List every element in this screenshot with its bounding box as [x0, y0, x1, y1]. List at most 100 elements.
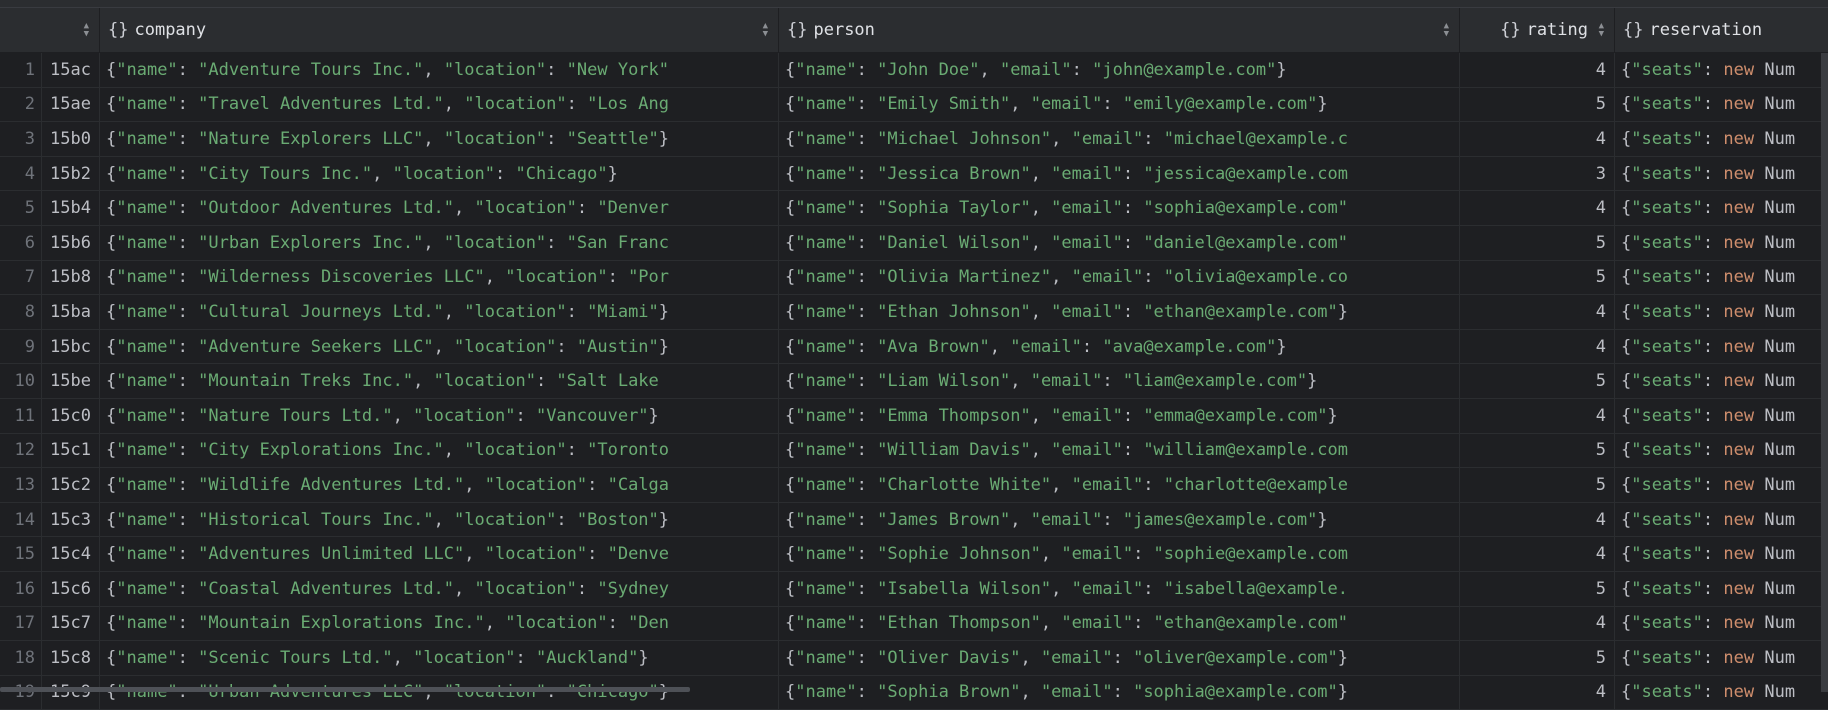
table-row[interactable]: 6 15b6 {"name": "Urban Explorers Inc.", "l… [0, 225, 1828, 261]
person-cell[interactable]: {"name": "Isabella Wilson", "email": "is… [779, 571, 1460, 606]
company-cell[interactable]: {"name": "Outdoor Adventures Ltd.", "loc… [100, 191, 779, 225]
company-cell[interactable]: {"name": "Adventures Unlimited LLC", "lo… [100, 537, 779, 571]
id-cell[interactable]: 15b0 [42, 122, 100, 156]
table-row[interactable]: 7 15b8 {"name": "Wilderness Discoveries LL… [0, 260, 1828, 296]
person-cell[interactable]: {"name": "Emily Smith", "email": "emily@… [779, 87, 1460, 122]
reservation-cell[interactable]: {"seats": new Num [1615, 434, 1828, 468]
rating-cell[interactable]: 5 [1460, 225, 1615, 260]
rating-cell[interactable]: 5 [1460, 571, 1615, 606]
company-cell[interactable]: {"name": "Urban Explorers Inc.", "locati… [100, 225, 779, 260]
rating-cell[interactable]: 4 [1460, 329, 1615, 364]
rating-cell[interactable]: 4 [1460, 502, 1615, 537]
table-row[interactable]: 4 15b2 {"name": "City Tours Inc.", "locati… [0, 156, 1828, 192]
reservation-cell[interactable]: {"seats": new Num [1615, 503, 1828, 537]
company-cell[interactable]: {"name": "Mountain Explorations Inc.", "… [100, 606, 779, 641]
column-header-id[interactable]: ▲ ▼ [0, 8, 100, 52]
row-number[interactable]: 19 [0, 675, 42, 710]
id-cell[interactable]: 15c2 [42, 468, 100, 502]
person-cell[interactable]: {"name": "Sophia Brown", "email": "sophi… [779, 675, 1460, 710]
table-row[interactable]: 18 15c8 {"name": "Scenic Tours Ltd.", "loc… [0, 641, 1828, 676]
company-cell[interactable]: {"name": "Adventure Tours Inc.", "locati… [100, 53, 779, 87]
row-number[interactable]: 6 [0, 225, 42, 260]
row-number[interactable]: 8 [0, 295, 42, 329]
person-cell[interactable]: {"name": "John Doe", "email": "john@exam… [779, 53, 1460, 87]
company-cell[interactable]: {"name": "Mountain Treks Inc.", "locatio… [100, 364, 779, 398]
id-cell[interactable]: 15c7 [42, 606, 100, 641]
company-cell[interactable]: {"name": "Urban Adventures LLC", "locati… [100, 675, 779, 710]
table-row[interactable]: 17 15c7 {"name": "Mountain Explorations In… [0, 606, 1828, 642]
id-cell[interactable]: 15b6 [42, 225, 100, 260]
table-row[interactable]: 10 15be {"name": "Mountain Treks Inc.", "l… [0, 364, 1828, 399]
person-cell[interactable]: {"name": "Emma Thompson", "email": "emma… [779, 398, 1460, 433]
reservation-cell[interactable]: {"seats": new Num [1615, 122, 1828, 156]
id-cell[interactable]: 15c0 [42, 398, 100, 433]
table-row[interactable]: 2 15ae {"name": "Travel Adventures Ltd.", … [0, 87, 1828, 123]
rating-cell[interactable]: 5 [1460, 641, 1615, 675]
reservation-cell[interactable]: {"seats": new Num [1615, 468, 1828, 502]
table-row[interactable]: 1 15ac {"name": "Adventure Tours Inc.", "l… [0, 53, 1828, 88]
reservation-cell[interactable]: {"seats": new Num [1615, 295, 1828, 329]
reservation-cell[interactable]: {"seats": new Num [1615, 330, 1828, 364]
rating-cell[interactable]: 4 [1460, 606, 1615, 641]
reservation-cell[interactable]: {"seats": new Num [1615, 607, 1828, 641]
id-cell[interactable]: 15ac [42, 53, 100, 87]
rating-cell[interactable]: 4 [1460, 122, 1615, 156]
reservation-cell[interactable]: {"seats": new Num [1615, 53, 1828, 87]
company-cell[interactable]: {"name": "Coastal Adventures Ltd.", "loc… [100, 571, 779, 606]
company-cell[interactable]: {"name": "Scenic Tours Ltd.", "location"… [100, 641, 779, 675]
person-cell[interactable]: {"name": "Olivia Martinez", "email": "ol… [779, 260, 1460, 295]
reservation-cell[interactable]: {"seats": new Num [1615, 261, 1828, 295]
person-cell[interactable]: {"name": "Ava Brown", "email": "ava@exam… [779, 329, 1460, 364]
rating-cell[interactable]: 4 [1460, 191, 1615, 225]
person-cell[interactable]: {"name": "Michael Johnson", "email": "mi… [779, 122, 1460, 156]
row-number[interactable]: 2 [0, 87, 42, 122]
reservation-cell[interactable]: {"seats": new Num [1615, 399, 1828, 433]
row-number[interactable]: 14 [0, 502, 42, 537]
reservation-cell[interactable]: {"seats": new Num [1615, 676, 1828, 710]
table-row[interactable]: 14 15c3 {"name": "Historical Tours Inc.", … [0, 502, 1828, 538]
table-row[interactable]: 3 15b0 {"name": "Nature Explorers LLC", "l… [0, 122, 1828, 157]
rating-cell[interactable]: 5 [1460, 468, 1615, 502]
person-cell[interactable]: {"name": "Charlotte White", "email": "ch… [779, 468, 1460, 502]
person-cell[interactable]: {"name": "Sophia Taylor", "email": "soph… [779, 191, 1460, 225]
person-cell[interactable]: {"name": "William Davis", "email": "will… [779, 433, 1460, 468]
row-number[interactable]: 15 [0, 537, 42, 571]
rating-cell[interactable]: 4 [1460, 53, 1615, 87]
id-cell[interactable]: 15be [42, 364, 100, 398]
reservation-cell[interactable]: {"seats": new Num [1615, 157, 1828, 191]
reservation-cell[interactable]: {"seats": new Num [1615, 226, 1828, 260]
column-header-reservation[interactable]: {} reservation [1615, 8, 1828, 52]
reservation-cell[interactable]: {"seats": new Num [1615, 88, 1828, 122]
table-row[interactable]: 12 15c1 {"name": "City Explorations Inc.",… [0, 433, 1828, 469]
vertical-scrollbar[interactable] [1821, 53, 1828, 692]
row-number[interactable]: 5 [0, 191, 42, 225]
row-number[interactable]: 1 [0, 53, 42, 87]
id-cell[interactable]: 15c4 [42, 537, 100, 571]
horizontal-scrollbar[interactable] [0, 687, 690, 692]
rating-cell[interactable]: 4 [1460, 537, 1615, 571]
table-row[interactable]: 5 15b4 {"name": "Outdoor Adventures Ltd.",… [0, 191, 1828, 226]
rating-cell[interactable]: 5 [1460, 364, 1615, 398]
id-cell[interactable]: 15c8 [42, 641, 100, 675]
rating-cell[interactable]: 3 [1460, 156, 1615, 191]
reservation-cell[interactable]: {"seats": new Num [1615, 191, 1828, 225]
person-cell[interactable]: {"name": "Oliver Davis", "email": "olive… [779, 641, 1460, 675]
company-cell[interactable]: {"name": "City Tours Inc.", "location": … [100, 156, 779, 191]
person-cell[interactable]: {"name": "Ethan Thompson", "email": "eth… [779, 606, 1460, 641]
company-cell[interactable]: {"name": "Wildlife Adventures Ltd.", "lo… [100, 468, 779, 502]
reservation-cell[interactable]: {"seats": new Num [1615, 537, 1828, 571]
table-row[interactable]: 13 15c2 {"name": "Wildlife Adventures Ltd.… [0, 468, 1828, 503]
row-number[interactable]: 12 [0, 433, 42, 468]
company-cell[interactable]: {"name": "City Explorations Inc.", "loca… [100, 433, 779, 468]
table-row[interactable]: 19 15c9 {"name": "Urban Adventures LLC", "… [0, 675, 1828, 710]
row-number[interactable]: 18 [0, 641, 42, 675]
company-cell[interactable]: {"name": "Travel Adventures Ltd.", "loca… [100, 87, 779, 122]
id-cell[interactable]: 15c6 [42, 571, 100, 606]
id-cell[interactable]: 15c3 [42, 502, 100, 537]
rating-cell[interactable]: 4 [1460, 398, 1615, 433]
reservation-cell[interactable]: {"seats": new Num [1615, 641, 1828, 675]
sort-icon[interactable]: ▲ ▼ [1444, 22, 1449, 39]
sort-icon[interactable]: ▲ ▼ [84, 22, 89, 39]
company-cell[interactable]: {"name": "Nature Tours Ltd.", "location"… [100, 398, 779, 433]
row-number[interactable]: 10 [0, 364, 42, 398]
